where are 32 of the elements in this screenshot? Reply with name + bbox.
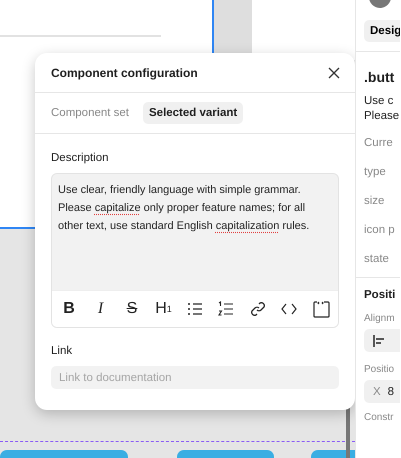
property-label: type <box>364 166 387 178</box>
tab[interactable]: Component set <box>45 102 135 124</box>
bold-button[interactable]: B <box>58 298 80 320</box>
property-label: size <box>364 195 386 207</box>
component-name: .butt <box>364 69 396 85</box>
code-block-icon <box>312 300 330 318</box>
property-label: state <box>364 253 390 265</box>
field-value: 8 <box>388 386 394 398</box>
italic-button[interactable]: I <box>90 298 112 320</box>
section-label: Curre <box>364 137 394 149</box>
close-button[interactable] <box>326 64 342 80</box>
link-icon <box>250 300 266 318</box>
strike-button[interactable]: S <box>121 298 143 320</box>
close-icon <box>328 66 340 78</box>
description-text: Use c Please <box>364 94 400 124</box>
align-left-icon <box>373 334 385 346</box>
link-field[interactable]: Link to documentation <box>51 366 339 389</box>
bulleted-list-icon <box>186 300 204 318</box>
field-label: Description <box>51 152 110 164</box>
field-label: Alignm <box>364 313 396 324</box>
tab[interactable]: Selected variant <box>143 102 244 124</box>
field-label: Link <box>51 345 74 357</box>
align-left-button[interactable] <box>364 329 400 352</box>
property-label: icon p <box>364 224 396 236</box>
section-title: Positi <box>364 289 396 301</box>
numbered-list-icon <box>218 300 235 318</box>
dialog-title: Component configuration <box>51 66 198 80</box>
description-text: Use clear, friendly language with simple grammar. Please capitalize only proper feature names; for all other text, use standard English capitalization rules. <box>57 183 310 234</box>
x-position-field[interactable]: X 8 <box>364 380 400 403</box>
field-label: Constr <box>364 412 394 423</box>
field-label: X <box>373 386 381 398</box>
field-label: Positio <box>364 364 396 375</box>
